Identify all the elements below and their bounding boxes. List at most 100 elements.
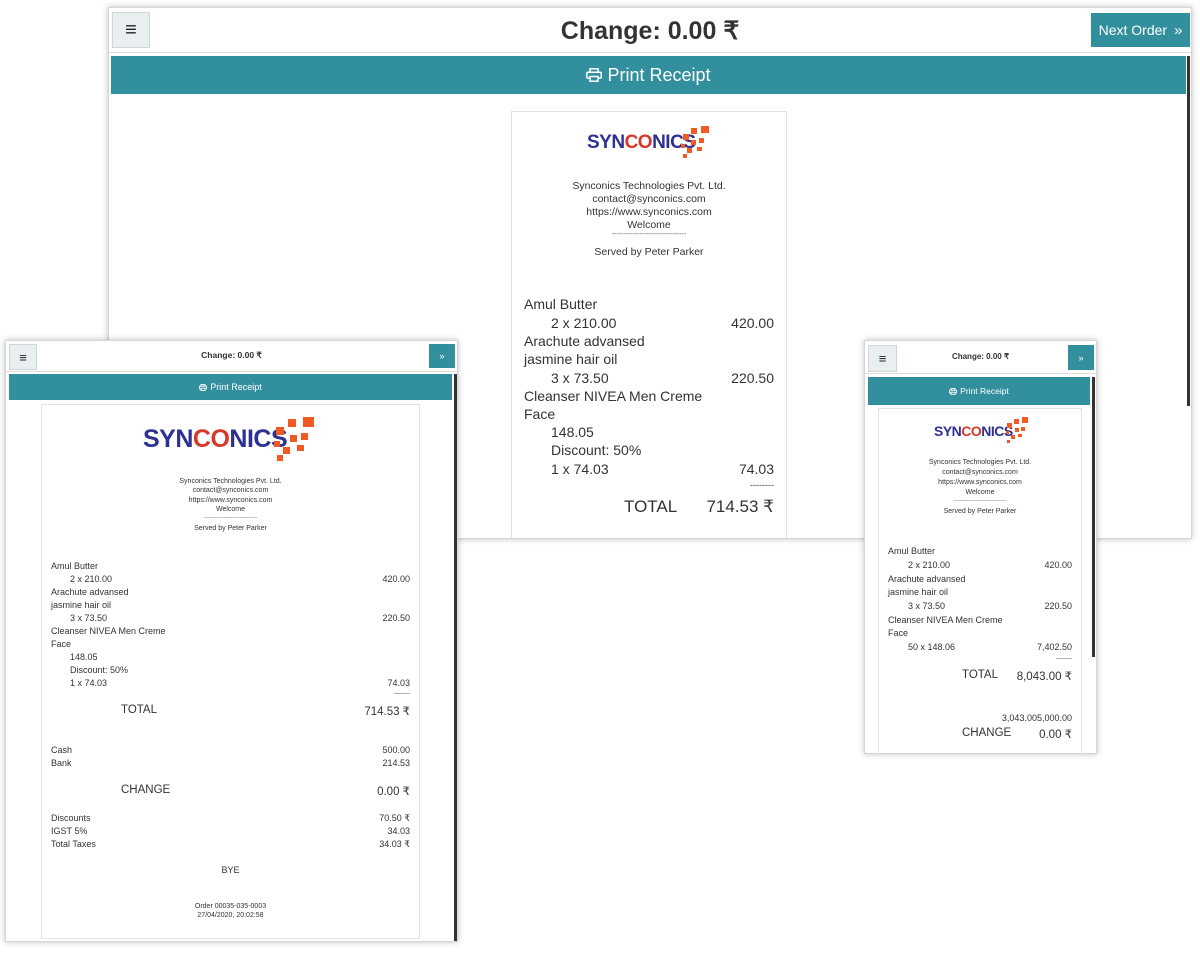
line-item-name-cont: jasmine hair oil [51, 600, 112, 610]
print-receipt-button[interactable]: Print Receipt [9, 374, 452, 400]
line-item-detail: 2 x 210.00 [70, 574, 113, 584]
total-label: TOTAL [962, 669, 998, 681]
line-item-price: 148.05 [70, 652, 98, 662]
line-item-name: Amul Butter [888, 546, 936, 556]
printer-icon [949, 387, 958, 395]
line-item-amount: 74.03 [738, 461, 774, 477]
print-receipt-label: Print Receipt [960, 386, 1009, 396]
change-title: Change: 0.00 ₹ [201, 350, 262, 360]
pos-window-medium: ≡ Change: 0.00 ₹ » Print Receipt SYNCONI… [5, 340, 458, 942]
receipt: SYNCONICS Synconics Technologies Pvt. Lt… [878, 408, 1082, 753]
line-item-amount: 420.00 [1044, 560, 1072, 570]
line-item-detail: 1 x 74.03 [70, 678, 108, 688]
company-website: https://www.synconics.com [938, 479, 1022, 486]
total-value: 714.53 ₹ [706, 497, 774, 516]
chevron-double-right-icon: » [1078, 352, 1084, 363]
line-item-name-cont: jasmine hair oil [888, 587, 949, 597]
top-bar: ≡ Change: 0.00 ₹ » [6, 341, 457, 372]
tax-value: 70.50 ₹ [379, 813, 410, 823]
company-email: contact@synconics.com [592, 193, 706, 205]
line-item-detail: 2 x 210.00 [908, 560, 951, 570]
synconics-logo: SYNCONICS [143, 413, 323, 465]
company-name: Synconics Technologies Pvt. Ltd. [179, 478, 282, 485]
next-order-button[interactable]: » [429, 344, 455, 368]
line-item-amount: 220.50 [382, 613, 410, 623]
total-label: TOTAL [624, 497, 678, 516]
line-item-name: Arachute advansed [524, 333, 645, 349]
line-item-amount: 420.00 [382, 574, 410, 584]
line-item-discount: Discount: 50% [70, 665, 129, 675]
line-item-detail: 3 x 73.50 [551, 370, 609, 386]
print-receipt-button[interactable]: Print Receipt [111, 56, 1186, 94]
company-email: contact@synconics.com [942, 469, 1018, 476]
welcome-text: Welcome [965, 489, 995, 496]
welcome-text: Welcome [627, 219, 671, 231]
served-by: Served by Peter Parker [194, 525, 267, 532]
separator: -------------------------------- [203, 515, 258, 521]
company-email: contact@synconics.com [192, 487, 269, 494]
top-bar: ≡ Change: 0.00 ₹ Next Order » [109, 8, 1191, 53]
chevron-double-right-icon: » [1174, 21, 1183, 39]
total-value: 714.53 ₹ [364, 706, 410, 718]
tax-value: 34.03 ₹ [379, 839, 410, 849]
payment-label: Bank [51, 758, 72, 768]
total-separator: -------- [750, 480, 774, 490]
paid-value: 3,043.005,000.00 [1001, 713, 1072, 723]
payment-value: 500.00 [382, 745, 410, 755]
scrollbar[interactable] [1092, 377, 1095, 657]
scrollbar[interactable] [454, 374, 457, 941]
line-item-amount: 220.50 [1044, 601, 1072, 611]
order-number: Order 00035-035-0003 [194, 903, 267, 910]
tax-label: Total Taxes [51, 839, 96, 849]
printer-icon [199, 383, 208, 391]
change-value: 0.00 ₹ [377, 786, 410, 798]
total-value: 8,043.00 ₹ [1016, 671, 1072, 683]
line-item-name: Arachute advansed [51, 587, 129, 597]
separator: -------------------------------- [953, 498, 1007, 504]
line-item-detail: 3 x 73.50 [908, 601, 946, 611]
receipt: SYNCONICS Synconics Technologies Pvt. Lt… [511, 111, 787, 538]
tax-label: IGST 5% [51, 826, 88, 836]
top-bar: ≡ Change: 0.00 ₹ » [865, 341, 1096, 374]
line-item-detail: 3 x 73.50 [70, 613, 108, 623]
total-separator: -------- [1056, 656, 1072, 662]
pos-window-small: ≡ Change: 0.00 ₹ » Print Receipt SYNCONI… [864, 340, 1097, 754]
receipt: SYNCONICS Synconics Technologies Pvt. Lt… [41, 404, 420, 939]
next-order-label: Next Order [1098, 22, 1168, 38]
served-by: Served by Peter Parker [594, 246, 704, 258]
company-name: Synconics Technologies Pvt. Ltd. [928, 459, 1032, 466]
company-name: Synconics Technologies Pvt. Ltd. [572, 180, 726, 192]
line-item-detail: 2 x 210.00 [551, 315, 617, 331]
company-website: https://www.synconics.com [188, 497, 273, 504]
change-value: 0.00 ₹ [1039, 729, 1072, 741]
tax-value: 34.03 [387, 826, 410, 836]
line-item-name: Cleanser NIVEA Men Creme [51, 626, 166, 636]
scrollbar[interactable] [1187, 56, 1190, 406]
line-item-name-cont: jasmine hair oil [524, 351, 618, 367]
line-item-name-cont: Face [524, 406, 556, 422]
chevron-double-right-icon: » [439, 351, 445, 361]
change-title: Change: 0.00 ₹ [951, 352, 1010, 361]
tax-label: Discounts [51, 813, 91, 823]
line-item-price: 148.05 [551, 424, 594, 440]
receipt-footer: BYE [221, 865, 240, 875]
synconics-logo: SYNCONICS [934, 415, 1034, 447]
company-website: https://www.synconics.com [586, 206, 712, 218]
separator: -------------------------------- [611, 231, 687, 238]
print-receipt-button[interactable]: Print Receipt [868, 377, 1090, 405]
line-item-name: Cleanser NIVEA Men Creme [888, 615, 1003, 625]
line-item-amount: 420.00 [731, 315, 774, 331]
served-by: Served by Peter Parker [943, 508, 1017, 515]
payment-value: 214.53 [382, 758, 410, 768]
next-order-button[interactable]: Next Order » [1091, 13, 1190, 47]
line-item-name: Amul Butter [524, 296, 598, 312]
line-item-name-cont: Face [888, 628, 909, 638]
order-datetime: 27/04/2020, 20:02:58 [197, 912, 264, 919]
printer-icon [586, 68, 603, 82]
line-item-name: Amul Butter [51, 561, 99, 571]
line-item-amount: 7,402.50 [1036, 642, 1072, 652]
change-title: Change: 0.00 ₹ [560, 17, 740, 45]
line-item-amount: 74.03 [387, 678, 410, 688]
change-label: CHANGE [121, 784, 171, 796]
next-order-button[interactable]: » [1068, 345, 1094, 370]
